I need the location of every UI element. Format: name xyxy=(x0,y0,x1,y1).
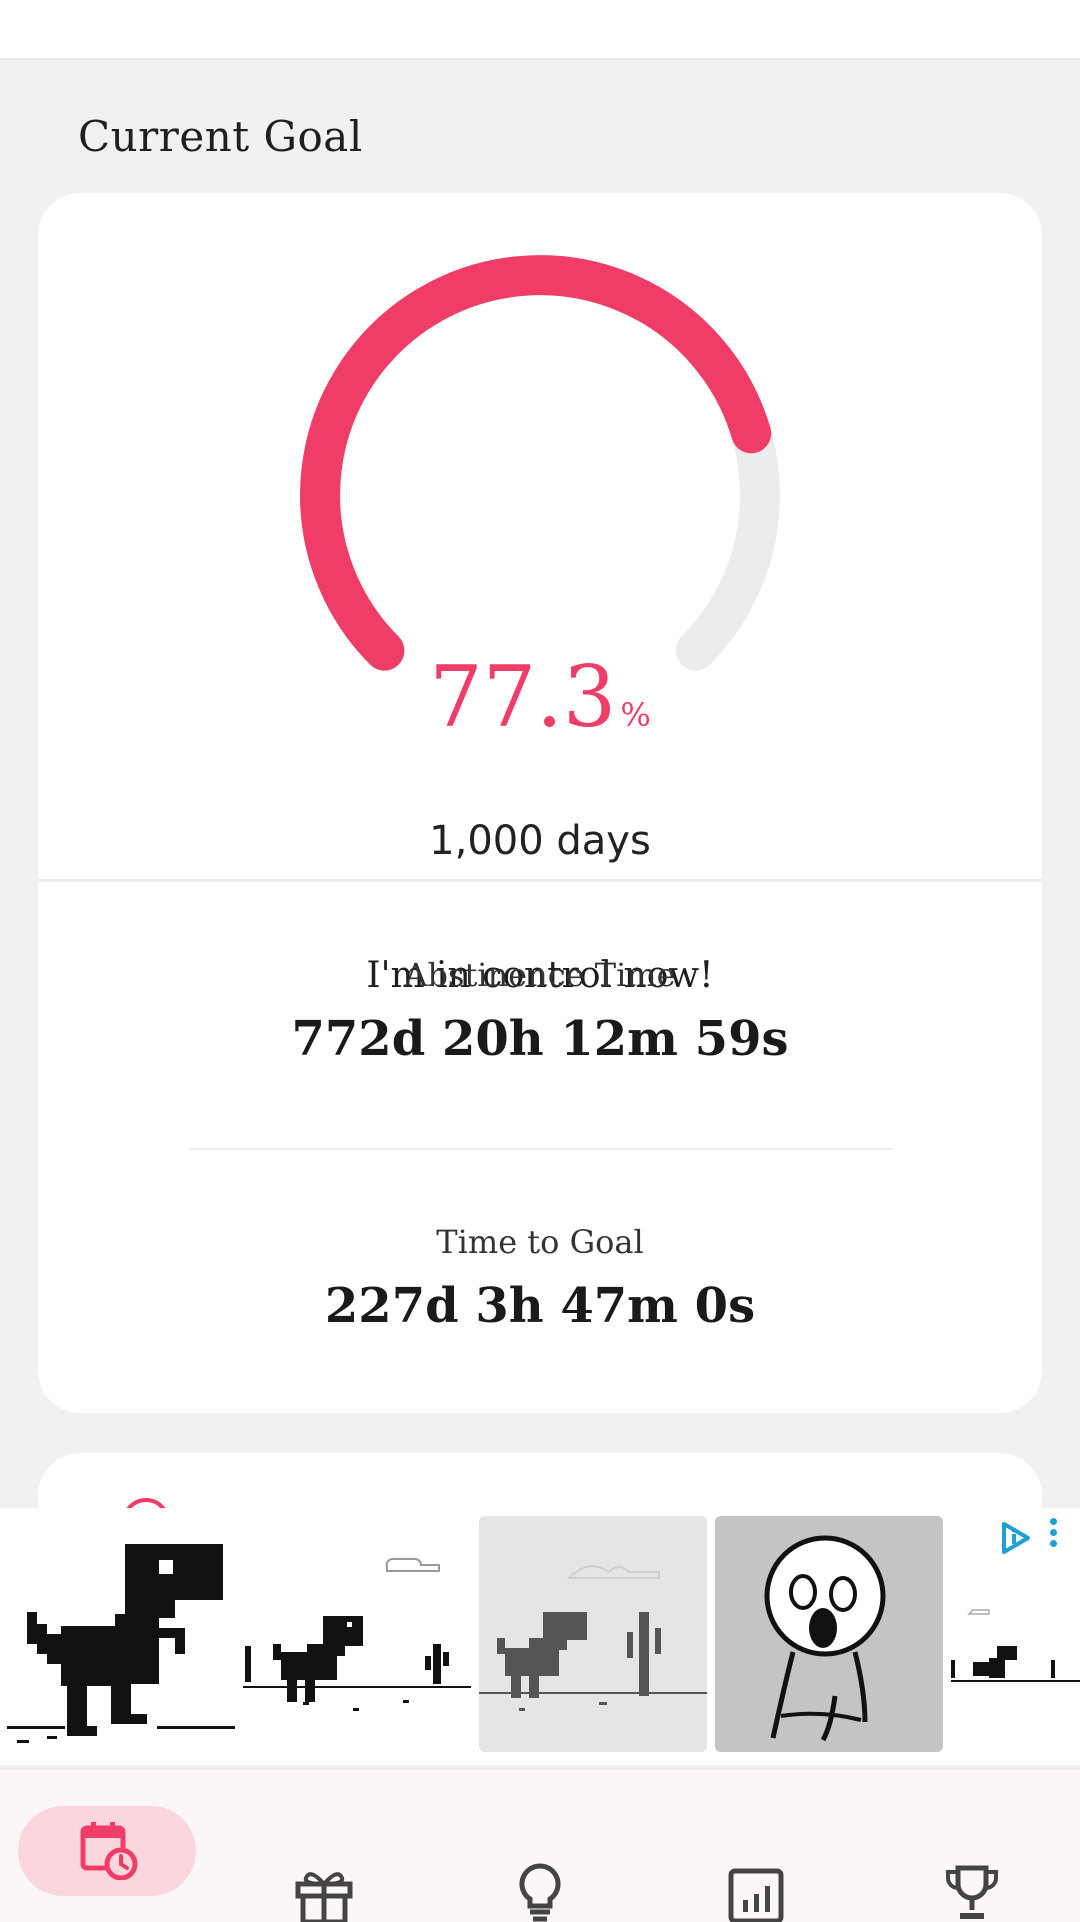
abstinence-time-value: 772d 20h 12m 59s xyxy=(291,1011,789,1067)
nav-item-tips[interactable] xyxy=(432,1770,648,1922)
nav-item-achievements[interactable] xyxy=(864,1770,1080,1922)
progress-gauge xyxy=(300,255,780,671)
time-to-goal-value: 227d 3h 47m 0s xyxy=(324,1278,756,1334)
ad-tile-meme-face[interactable] xyxy=(715,1516,943,1752)
section-title-current-goal: Current Goal xyxy=(78,112,363,161)
time-to-goal-label: Time to Goal xyxy=(436,1223,644,1261)
bottom-navigation xyxy=(0,1768,1080,1922)
ad-banner[interactable] xyxy=(0,1508,1080,1765)
goal-days: 1,000 days xyxy=(429,818,651,864)
calendar-clock-icon xyxy=(80,1822,138,1880)
abstinence-time-label: Abstinence Time xyxy=(404,956,676,994)
lightbulb-icon xyxy=(519,1863,561,1922)
goal-card: 77.3% 1,000 days I'm in control now! Abs… xyxy=(38,193,1042,1413)
dino-image xyxy=(243,1558,471,1711)
nav-item-tracker[interactable] xyxy=(0,1770,216,1922)
ad-tile-dino-gray[interactable] xyxy=(479,1516,707,1752)
ad-tile-dino-large[interactable] xyxy=(7,1516,235,1752)
dino-image xyxy=(479,1565,707,1711)
progress-percent: 77.3% xyxy=(38,648,1042,746)
ad-choices-icon[interactable] xyxy=(998,1520,1034,1556)
nav-item-rewards[interactable] xyxy=(216,1770,432,1922)
gauge-fill xyxy=(300,255,772,671)
meme-image xyxy=(764,1535,886,1742)
trophy-icon xyxy=(946,1865,998,1919)
dino-image xyxy=(7,1544,235,1743)
top-app-bar xyxy=(0,0,1080,60)
bar-chart-icon xyxy=(728,1868,784,1922)
divider xyxy=(38,879,1042,882)
divider xyxy=(189,1148,893,1150)
nav-item-stats[interactable] xyxy=(648,1770,864,1922)
ad-menu-icon[interactable] xyxy=(1050,1518,1060,1550)
progress-percent-value: 77.3 xyxy=(429,648,617,746)
gift-icon xyxy=(295,1872,353,1922)
progress-percent-unit: % xyxy=(620,696,651,734)
ad-tile-dino-runner[interactable] xyxy=(243,1516,471,1752)
